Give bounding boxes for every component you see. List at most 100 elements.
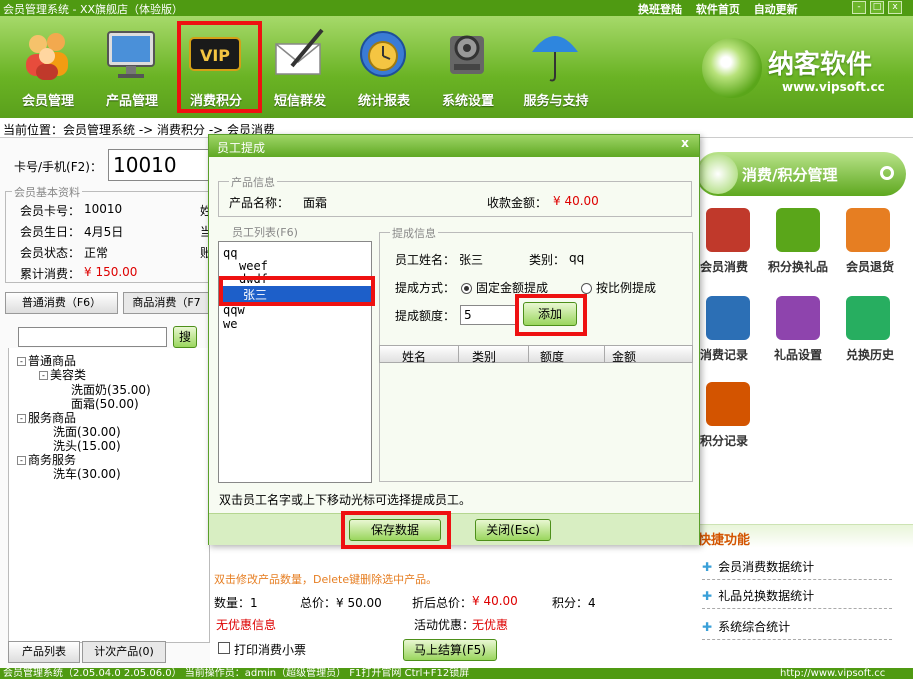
toolbar-label: 系统设置 bbox=[441, 94, 494, 109]
collapse-icon[interactable]: - bbox=[17, 357, 26, 366]
brand-url: www.vipsoft.cc bbox=[782, 80, 885, 94]
dialog-title: 员工提成 bbox=[217, 141, 266, 155]
envelope-icon bbox=[275, 28, 324, 75]
highlight-box bbox=[341, 511, 451, 549]
employee-item[interactable]: we bbox=[223, 317, 237, 331]
birthday-label: 会员生日： bbox=[20, 225, 81, 239]
home-link[interactable]: 软件首页 bbox=[696, 3, 740, 16]
toolbar-products[interactable]: 产品管理 bbox=[92, 22, 172, 114]
status-left: 会员管理系统（2.05.04.0 2.05.06.0） 当前操作员：admin（… bbox=[3, 668, 470, 679]
toolbar-settings[interactable]: 系统设置 bbox=[428, 22, 508, 114]
tree-node[interactable]: 洗车(30.00) bbox=[53, 465, 121, 482]
toolbar-members[interactable]: 会员管理 bbox=[8, 22, 88, 114]
grid-header-quota: 额度 bbox=[540, 350, 565, 364]
toolbar-reports[interactable]: 统计报表 bbox=[344, 22, 424, 114]
quick-functions-header: 快捷功能 bbox=[682, 524, 913, 548]
collapse-icon[interactable]: - bbox=[17, 456, 26, 465]
product-name-value: 面霜 bbox=[303, 196, 328, 210]
plus-icon: ✚ bbox=[702, 560, 713, 574]
status-value: 正常 bbox=[84, 246, 109, 260]
search-button[interactable]: 搜 bbox=[173, 326, 197, 348]
minimize-button[interactable]: - bbox=[852, 1, 866, 14]
print-receipt-label: 打印消费小票 bbox=[234, 643, 307, 657]
clock-globe-icon bbox=[360, 31, 406, 77]
employee-name-label: 员工姓名： bbox=[395, 253, 456, 267]
commission-grid-header: 姓名 类别 额度 金额 bbox=[379, 345, 693, 364]
window-title: 会员管理系统 - XX旗舰店（体验版） bbox=[3, 3, 184, 16]
product-info-group: 产品信息 产品名称： 面霜 收款金额： ¥ 40.00 bbox=[218, 174, 692, 217]
category-label: 类别： bbox=[529, 253, 566, 267]
truck-icon bbox=[846, 208, 890, 252]
settle-button[interactable]: 马上结算(F5) bbox=[403, 639, 497, 661]
close-window-button[interactable]: x bbox=[888, 1, 902, 14]
quick-link-consume-stats[interactable]: ✚ 会员消费数据统计 bbox=[702, 558, 892, 580]
tab-normal-consume[interactable]: 普通消费（F6） bbox=[5, 292, 118, 314]
tree-node[interactable]: 面霜(50.00) bbox=[71, 395, 139, 412]
maximize-button[interactable]: □ bbox=[870, 1, 884, 14]
members-icon bbox=[26, 33, 68, 80]
product-search-input[interactable] bbox=[18, 327, 167, 347]
member-basic-info: 会员基本资料 会员卡号： 10010 会员生日： 4月5日 会员状态： 正常 累… bbox=[5, 184, 212, 283]
commission-amount-input[interactable]: 5 bbox=[460, 305, 518, 325]
commission-info-legend: 提成信息 bbox=[390, 225, 438, 241]
radio-unchecked-icon[interactable] bbox=[581, 283, 592, 294]
tab-count-products[interactable]: 计次产品(0) bbox=[82, 641, 166, 663]
toolbar-label: 服务与支持 bbox=[523, 94, 589, 109]
amount-field-label: 提成额度： bbox=[395, 309, 456, 323]
laptop-chart-icon bbox=[706, 296, 750, 340]
product-name-label: 产品名称： bbox=[229, 196, 290, 210]
quick-link-system-stats[interactable]: ✚ 系统综合统计 bbox=[702, 618, 892, 640]
points-gift-item[interactable]: 积分换礼品 bbox=[760, 208, 830, 282]
exchange-history-item[interactable]: 兑换历史 bbox=[830, 296, 900, 370]
tab-product-list[interactable]: 产品列表 bbox=[8, 641, 80, 663]
grid-separator bbox=[604, 346, 605, 362]
member-return-item[interactable]: 会员退货 bbox=[830, 208, 900, 282]
main-toolbar: 会员管理 产品管理 VIP 消费积分 短信群发 统计报表 系统设置 服务与支持 … bbox=[0, 16, 913, 118]
employee-list-legend: 员工列表(F6) bbox=[230, 224, 300, 240]
brand-logo: 纳客软件 www.vipsoft.cc bbox=[702, 38, 902, 108]
computer-icon bbox=[706, 382, 750, 426]
dialog-footer: 保存数据 关闭(Esc) bbox=[209, 511, 699, 549]
employee-name-value: 张三 bbox=[459, 253, 484, 267]
status-url[interactable]: http://www.vipsoft.cc bbox=[780, 668, 885, 679]
gift-settings-item[interactable]: 礼品设置 bbox=[760, 296, 830, 370]
panel-header: 消费/积分管理 bbox=[696, 152, 906, 196]
consume-record-item[interactable]: 消费记录 bbox=[690, 296, 760, 370]
brand-name: 纳客软件 bbox=[768, 50, 873, 80]
member-consume-item[interactable]: 会员消费 bbox=[690, 208, 760, 282]
gift-icon bbox=[776, 208, 820, 252]
collapse-icon[interactable]: - bbox=[17, 414, 26, 423]
total-consume-value: ¥ 150.00 bbox=[84, 265, 138, 279]
tab-goods-consume[interactable]: 商品消费（F7 bbox=[123, 292, 210, 314]
product-tree: - 普通商品 - 美容类 洗面奶(35.00) 面霜(50.00) - 服务商品 洗面… bbox=[8, 348, 210, 643]
umbrella-icon bbox=[532, 36, 578, 82]
toolbar-label: 产品管理 bbox=[105, 94, 158, 109]
dialog-close-button[interactable]: x bbox=[673, 136, 697, 152]
points-record-item[interactable]: 积分记录 bbox=[690, 382, 760, 456]
radio-checked-icon[interactable] bbox=[461, 283, 472, 294]
close-dialog-button[interactable]: 关闭(Esc) bbox=[475, 519, 551, 541]
toolbar-sms[interactable]: 短信群发 bbox=[260, 22, 340, 114]
quick-link-gift-stats[interactable]: ✚ 礼品兑换数据统计 bbox=[702, 587, 892, 609]
toolbar-support[interactable]: 服务与支持 bbox=[508, 22, 604, 114]
switch-shift-link[interactable]: 换班登陆 bbox=[638, 3, 682, 16]
grid-separator bbox=[458, 346, 459, 362]
ring-icon bbox=[880, 166, 894, 180]
highlight-box bbox=[219, 276, 375, 306]
panel-title: 消费/积分管理 bbox=[742, 166, 838, 184]
plus-icon: ✚ bbox=[702, 589, 713, 603]
card-number-input[interactable]: 10010 bbox=[108, 149, 218, 181]
employee-item[interactable]: qq bbox=[223, 246, 237, 260]
card-payment-icon bbox=[706, 208, 750, 252]
consume-points-panel: 消费/积分管理 会员消费 积分换礼品 会员退货 消费记录 礼品设置 兑换历史 积… bbox=[682, 138, 913, 668]
highlight-box bbox=[515, 294, 587, 336]
method-ratio-option[interactable]: 按比例提成 bbox=[581, 279, 656, 296]
molecule-icon bbox=[776, 296, 820, 340]
collapse-icon[interactable]: - bbox=[39, 371, 48, 380]
print-receipt-checkbox[interactable] bbox=[218, 642, 230, 654]
auto-update-link[interactable]: 自动更新 bbox=[754, 3, 798, 16]
employee-item[interactable]: weef bbox=[239, 259, 268, 273]
discount-value: ¥ 40.00 bbox=[472, 594, 518, 608]
highlight-box bbox=[177, 21, 262, 113]
order-hint: 双击修改产品数量，Delete键删除选中产品。 bbox=[214, 573, 438, 586]
